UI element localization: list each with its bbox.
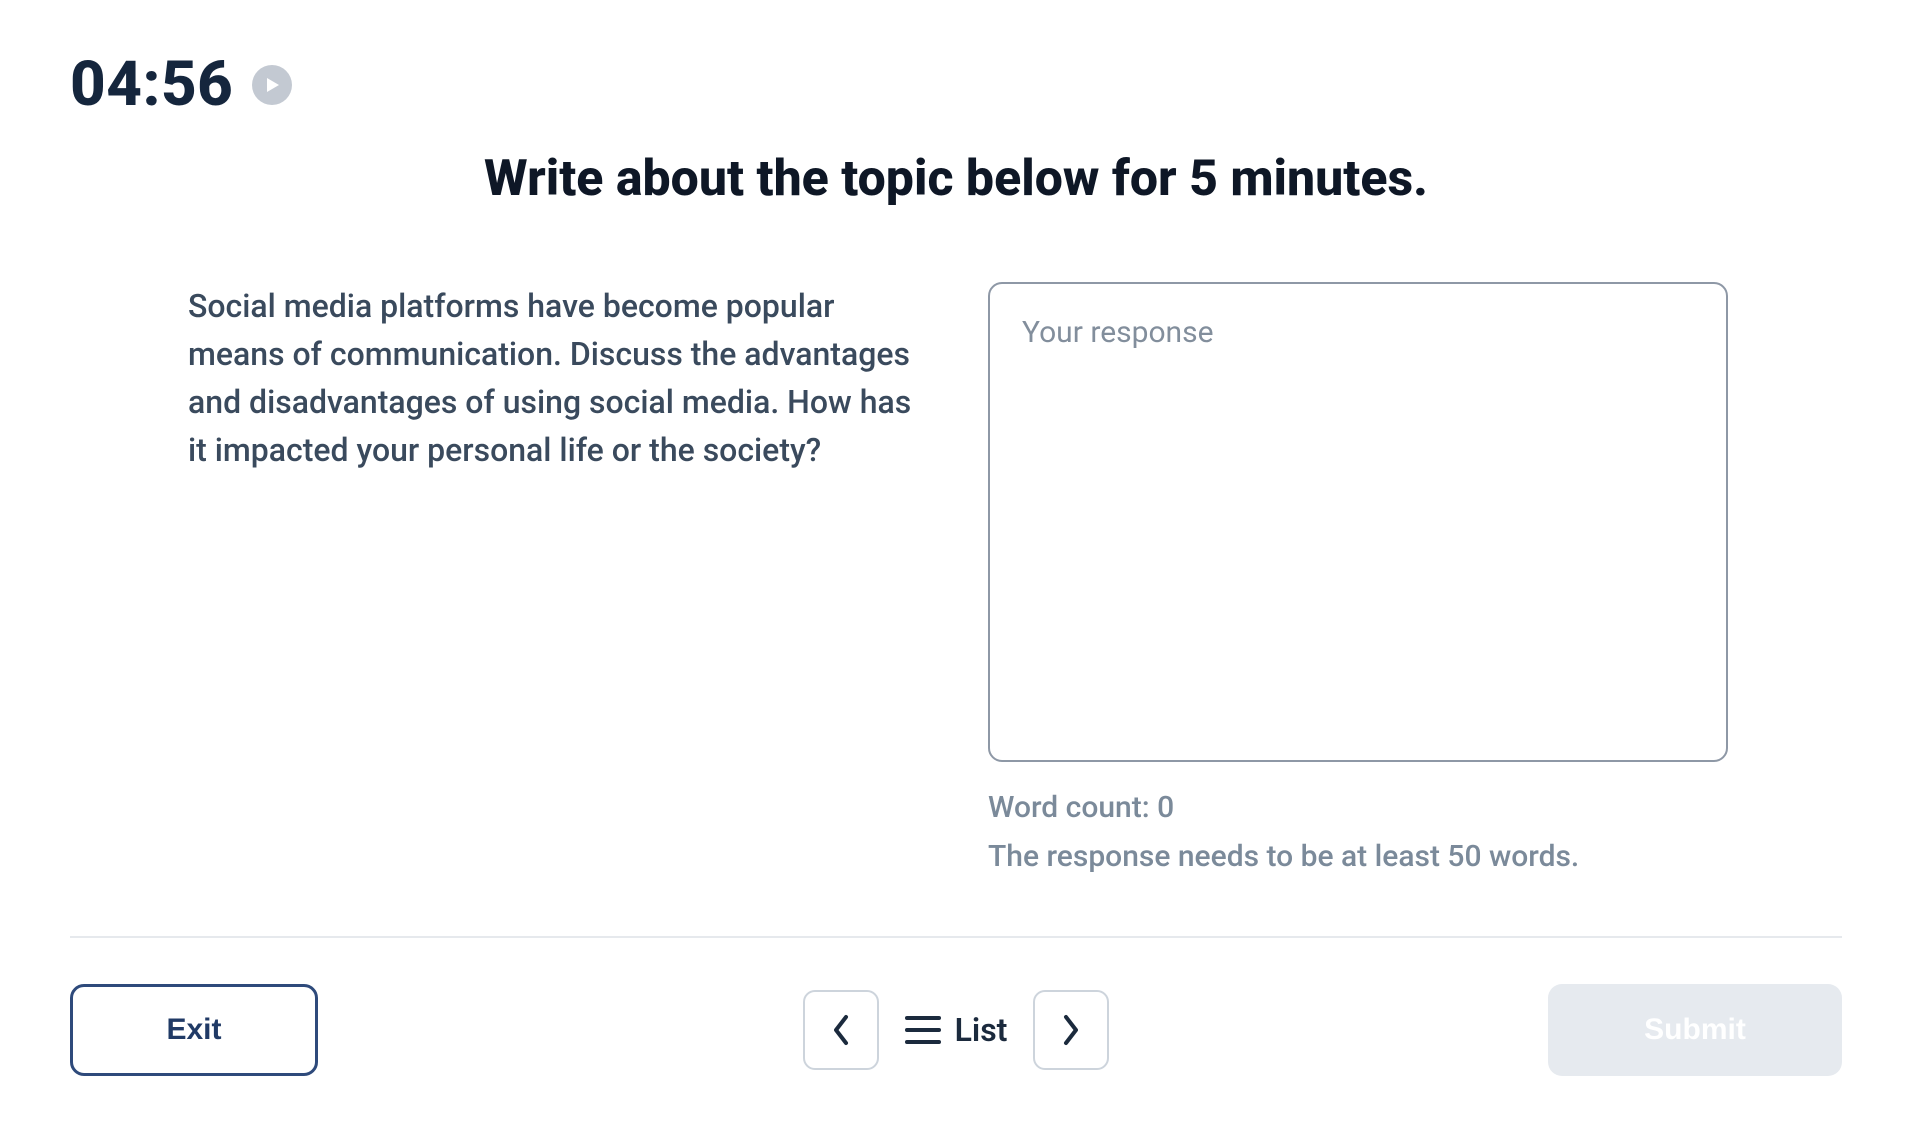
question-nav: List xyxy=(803,990,1110,1070)
submit-button[interactable]: Submit xyxy=(1548,984,1842,1076)
timer-value: 04:56 xyxy=(70,48,234,121)
response-column: Word count: 0 The response needs to be a… xyxy=(988,282,1728,874)
essay-prompt: Social media platforms have become popul… xyxy=(188,282,928,874)
footer-bar: Exit List Submit xyxy=(70,984,1842,1076)
next-button[interactable] xyxy=(1033,990,1109,1070)
exit-button-label: Exit xyxy=(166,1013,221,1047)
page-title: Write about the topic below for 5 minute… xyxy=(0,150,1912,208)
content: Social media platforms have become popul… xyxy=(188,282,1728,874)
word-requirement: The response needs to be at least 50 wor… xyxy=(988,839,1728,874)
divider xyxy=(70,936,1842,938)
exit-button[interactable]: Exit xyxy=(70,984,318,1076)
list-button[interactable]: List xyxy=(905,1011,1008,1049)
word-count: Word count: 0 xyxy=(988,790,1728,825)
prev-button[interactable] xyxy=(803,990,879,1070)
chevron-left-icon xyxy=(830,1013,852,1047)
list-label: List xyxy=(955,1011,1008,1049)
timer: 04:56 xyxy=(70,48,292,121)
list-icon xyxy=(905,1016,941,1044)
response-input[interactable] xyxy=(988,282,1728,762)
chevron-right-icon xyxy=(1060,1013,1082,1047)
play-icon[interactable] xyxy=(252,65,292,105)
submit-button-label: Submit xyxy=(1644,1013,1746,1047)
response-meta: Word count: 0 The response needs to be a… xyxy=(988,790,1728,874)
